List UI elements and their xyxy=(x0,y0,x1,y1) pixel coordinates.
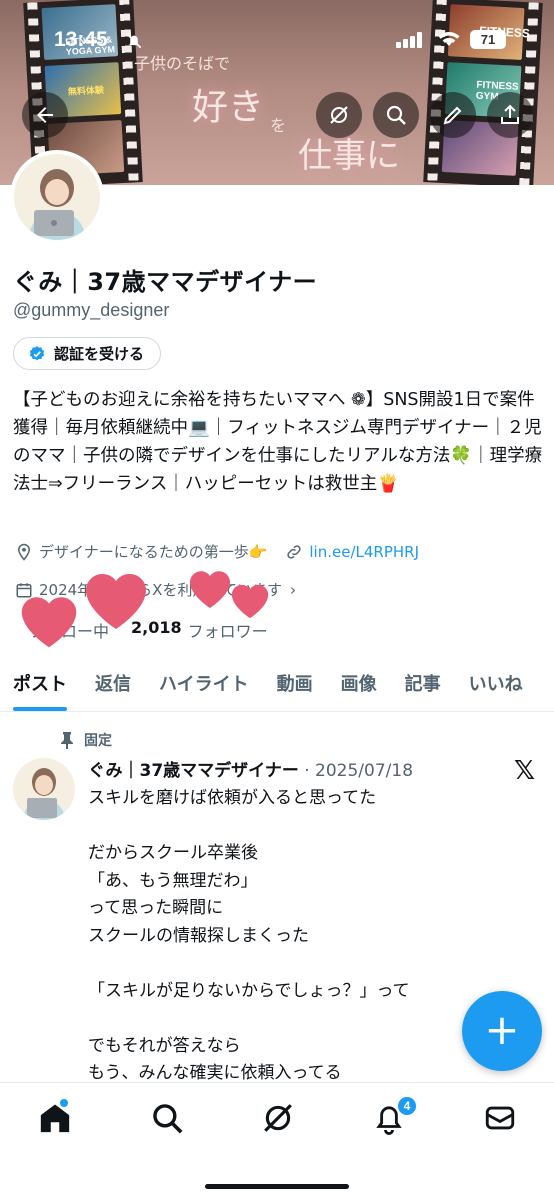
grok-button[interactable] xyxy=(316,92,362,138)
heart-sticker xyxy=(190,571,230,608)
heart-sticker xyxy=(86,573,146,629)
edit-button[interactable] xyxy=(430,92,476,138)
arrow-left-icon xyxy=(37,107,53,123)
profile-link[interactable]: lin.ee/L4RPHRJ xyxy=(309,543,419,561)
status-bar: 13:45 71 xyxy=(0,26,554,56)
pinned-label: 固定 xyxy=(84,733,112,749)
bell-slash-icon xyxy=(124,31,144,56)
tweet-author[interactable]: ぐみ｜37歳ママデザイナー xyxy=(88,761,299,781)
back-button[interactable] xyxy=(22,92,68,138)
tweet-date[interactable]: · 2025/07/18 xyxy=(304,761,413,781)
profile-bio: 【子どものお迎えに余裕を持ちたいママへ ❁】SNS開設1日で案件獲得｜毎月依頼継… xyxy=(13,390,543,494)
location-text: デザイナーになるための第一歩👉 xyxy=(39,543,268,561)
search-button[interactable] xyxy=(373,92,419,138)
tab-highlights[interactable]: ハイライト xyxy=(159,656,249,711)
wifi-icon xyxy=(436,28,462,53)
link-icon xyxy=(287,544,302,559)
home-indicator xyxy=(205,1184,349,1189)
profile-avatar[interactable] xyxy=(10,150,104,244)
tab-videos[interactable]: 動画 xyxy=(277,656,313,711)
get-verified-button[interactable]: 認証を受ける xyxy=(13,337,162,370)
search-icon xyxy=(386,105,406,125)
messages-icon[interactable] xyxy=(483,1101,517,1135)
compose-button[interactable]: + xyxy=(462,991,542,1071)
heart-sticker xyxy=(21,597,77,648)
share-icon xyxy=(501,104,519,124)
tab-posts[interactable]: ポスト xyxy=(13,656,67,711)
profile-location: デザイナーになるための第一歩👉 lin.ee/L4RPHRJ xyxy=(15,541,419,562)
battery-indicator: 71 xyxy=(470,30,506,49)
banner-headline-1: 好き xyxy=(192,87,265,128)
film-text: 無料体験 xyxy=(67,84,105,97)
get-verified-label: 認証を受ける xyxy=(54,345,145,363)
location-pin-icon xyxy=(17,543,31,561)
verified-badge-icon xyxy=(29,345,45,360)
pencil-icon xyxy=(443,106,462,125)
tab-replies[interactable]: 返信 xyxy=(95,656,131,711)
chevron-right-icon[interactable]: › xyxy=(290,581,296,599)
bottom-nav: 4 xyxy=(0,1082,554,1200)
banner-particle: を xyxy=(270,116,287,135)
tweet-header: ぐみ｜37歳ママデザイナー · 2025/07/18 xyxy=(88,756,413,781)
share-button[interactable] xyxy=(487,92,533,138)
x-logo-icon: 𝕏 xyxy=(514,756,535,786)
tweet-avatar[interactable] xyxy=(13,758,75,820)
grok-icon[interactable] xyxy=(261,1101,295,1135)
profile-name: ぐみ｜37歳ママデザイナー xyxy=(13,268,318,296)
avatar-illustration xyxy=(14,154,100,240)
home-icon[interactable] xyxy=(38,1101,72,1135)
profile-tabs: ポスト 返信 ハイライト 動画 画像 記事 いいね xyxy=(0,656,554,712)
pin-icon xyxy=(61,732,73,749)
heart-sticker xyxy=(231,584,269,619)
pinned-indicator: 固定 xyxy=(60,730,112,750)
signal-icon xyxy=(396,32,422,48)
notification-count-badge: 4 xyxy=(396,1095,418,1117)
tab-articles[interactable]: 記事 xyxy=(405,656,441,711)
tab-likes[interactable]: いいね xyxy=(469,656,523,711)
tab-images[interactable]: 画像 xyxy=(341,656,377,711)
search-icon[interactable] xyxy=(150,1101,184,1135)
profile-handle: @gummy_designer xyxy=(13,300,170,320)
followers-label[interactable]: フォロワー xyxy=(188,618,268,642)
home-unread-dot xyxy=(60,1099,68,1107)
status-time: 13:45 xyxy=(54,28,108,51)
grok-icon xyxy=(330,106,348,124)
